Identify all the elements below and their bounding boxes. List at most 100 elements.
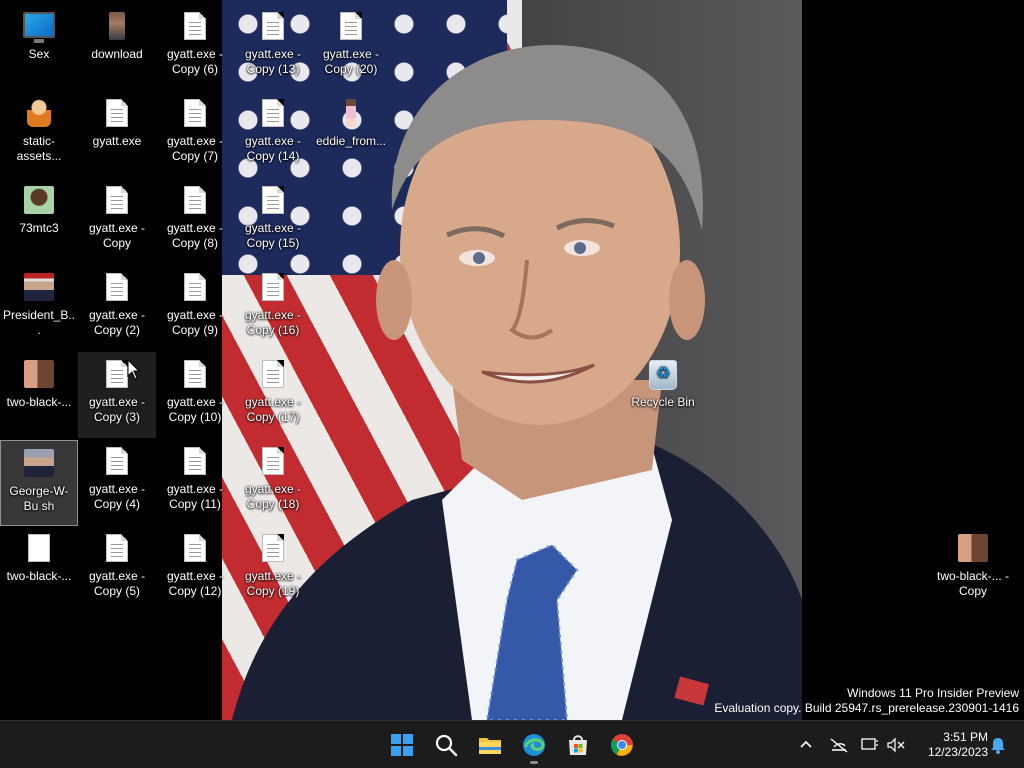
desktop-icon-gyatt-copy-9[interactable]: gyatt.exe - Copy (9) <box>156 265 234 351</box>
image-thumbnail-icon <box>23 273 55 305</box>
document-icon <box>257 360 289 392</box>
desktop-icon-label: download <box>91 47 143 61</box>
desktop-icon-gyatt-copy-12[interactable]: gyatt.exe - Copy (12) <box>156 526 234 612</box>
network-status-button[interactable] <box>826 731 852 759</box>
clock-time: 3:51 PM <box>943 730 988 744</box>
document-icon <box>257 99 289 131</box>
document-icon <box>101 534 133 566</box>
document-icon <box>179 12 211 44</box>
desktop-icon-label: gyatt.exe - Copy (7) <box>166 134 224 163</box>
desktop-icon-label: gyatt.exe - Copy (5) <box>88 569 146 598</box>
desktop-icon-download[interactable]: download <box>78 4 156 90</box>
store-button[interactable] <box>558 725 598 765</box>
file-explorer-button[interactable] <box>470 725 510 765</box>
desktop-icon-label: gyatt.exe - Copy (18) <box>244 482 302 511</box>
desktop-icon-label: static-assets... <box>16 134 62 163</box>
watermark-build: Evaluation copy. Build 25947.rs_prerelea… <box>714 701 1019 715</box>
document-icon <box>179 273 211 305</box>
mouse-cursor-icon <box>127 359 141 380</box>
document-icon <box>257 447 289 479</box>
desktop-icon-gyatt-copy-6[interactable]: gyatt.exe - Copy (6) <box>156 4 234 90</box>
desktop-icon-label: gyatt.exe - Copy (2) <box>88 308 146 337</box>
desktop-icon-static-assets[interactable]: static-assets... <box>0 91 78 177</box>
document-icon <box>101 273 133 305</box>
display-status-button[interactable] <box>858 731 882 759</box>
show-hidden-icons-button[interactable] <box>794 731 818 759</box>
file-explorer-icon <box>479 738 501 754</box>
desktop-icon-73mtc3[interactable]: 73mtc3 <box>0 178 78 264</box>
chrome-button[interactable] <box>602 725 642 765</box>
desktop-icon-label: eddie_from... <box>315 134 387 148</box>
desktop-icon-two-black-1[interactable]: two-black-... <box>0 352 78 438</box>
image-thumbnail-icon <box>23 449 55 481</box>
desktop-icon-gyatt-copy-10[interactable]: gyatt.exe - Copy (10) <box>156 352 234 438</box>
desktop-icon-recycle-bin[interactable]: Recycle Bin <box>624 352 702 438</box>
document-icon <box>179 186 211 218</box>
desktop-icon-label: gyatt.exe - Copy (19) <box>244 569 302 598</box>
desktop-icon-label: gyatt.exe - Copy (10) <box>166 395 224 424</box>
desktop-icon-label: gyatt.exe - Copy (4) <box>88 482 146 511</box>
document-icon <box>179 534 211 566</box>
desktop-icon-gyatt-copy-11[interactable]: gyatt.exe - Copy (11) <box>156 439 234 525</box>
desktop-icon-label: gyatt.exe - Copy (20) <box>322 47 380 76</box>
desktop-icon-two-black-2[interactable]: two-black-... <box>0 526 78 612</box>
search-icon <box>435 734 458 757</box>
store-icon <box>569 735 587 755</box>
desktop-icon-gyatt-exe[interactable]: gyatt.exe <box>78 91 156 177</box>
watermark-edition: Windows 11 Pro Insider Preview <box>847 686 1019 700</box>
search-button[interactable] <box>426 725 466 765</box>
desktop-icon-label: President_B... <box>2 308 76 337</box>
desktop-icon-eddie-from[interactable]: eddie_from... <box>312 91 390 177</box>
desktop-icon-gyatt-copy[interactable]: gyatt.exe - Copy <box>78 178 156 264</box>
desktop-icon-label: Sex <box>28 47 50 61</box>
notifications-button[interactable] <box>986 731 1010 759</box>
desktop-icon-gyatt-copy-18[interactable]: gyatt.exe - Copy (18) <box>234 439 312 525</box>
image-thumbnail-icon <box>957 534 989 566</box>
desktop-icon-george-w-bush[interactable]: George-W-Bu sh <box>0 440 78 526</box>
display-icon <box>861 738 878 750</box>
desktop-icon-gyatt-copy-8[interactable]: gyatt.exe - Copy (8) <box>156 178 234 264</box>
clock-date: 12/23/2023 <box>927 745 988 759</box>
desktop-icon-label: gyatt.exe - Copy (14) <box>244 134 302 163</box>
image-thumbnail-icon <box>23 99 55 131</box>
document-icon <box>335 12 367 44</box>
edge-button[interactable] <box>514 725 554 765</box>
start-button[interactable] <box>382 725 422 765</box>
desktop-icon-president-b[interactable]: President_B... <box>0 265 78 351</box>
start-icon <box>391 734 413 756</box>
image-thumbnail-icon <box>23 360 55 392</box>
desktop-icon-two-black-copy[interactable]: two-black-... - Copy <box>934 526 1012 612</box>
desktop-icon-label: gyatt.exe - Copy (15) <box>244 221 302 250</box>
document-icon <box>101 99 133 131</box>
desktop-icon-label: gyatt.exe <box>92 134 142 148</box>
desktop-icon-gyatt-copy-14[interactable]: gyatt.exe - Copy (14) <box>234 91 312 177</box>
desktop-icon-label: gyatt.exe - Copy (8) <box>166 221 224 250</box>
document-icon <box>101 186 133 218</box>
chrome-icon <box>611 734 633 756</box>
desktop-icon-label: Recycle Bin <box>631 395 695 409</box>
desktop-icon-gyatt-copy-4[interactable]: gyatt.exe - Copy (4) <box>78 439 156 525</box>
desktop-icon-gyatt-copy-16[interactable]: gyatt.exe - Copy (16) <box>234 265 312 351</box>
desktop-icon-gyatt-copy-5[interactable]: gyatt.exe - Copy (5) <box>78 526 156 612</box>
image-thumbnail-icon <box>101 12 133 44</box>
image-thumbnail-icon <box>335 99 367 131</box>
desktop-icon-gyatt-copy-2[interactable]: gyatt.exe - Copy (2) <box>78 265 156 351</box>
desktop-icon-gyatt-copy-17[interactable]: gyatt.exe - Copy (17) <box>234 352 312 438</box>
desktop-icon-gyatt-copy-20[interactable]: gyatt.exe - Copy (20) <box>312 4 390 90</box>
chevron-up-icon <box>800 740 812 748</box>
desktop-icon-label: gyatt.exe - Copy (9) <box>166 308 224 337</box>
desktop-icon-label: 73mtc3 <box>19 221 59 235</box>
desktop-icon-gyatt-copy-7[interactable]: gyatt.exe - Copy (7) <box>156 91 234 177</box>
desktop-icon-gyatt-copy-13[interactable]: gyatt.exe - Copy (13) <box>234 4 312 90</box>
desktop-icon-sex[interactable]: Sex <box>0 4 78 90</box>
desktop-icon-gyatt-copy-19[interactable]: gyatt.exe - Copy (19) <box>234 526 312 612</box>
document-icon <box>257 12 289 44</box>
desktop-icon-label: gyatt.exe - Copy (3) <box>88 395 146 424</box>
desktop-icon-gyatt-copy-3[interactable]: gyatt.exe - Copy (3) <box>78 352 156 438</box>
desktop-icon-label: gyatt.exe - Copy <box>88 221 146 250</box>
desktop-icon-label: two-black-... - Copy <box>936 569 1009 598</box>
document-icon <box>179 360 211 392</box>
desktop-icon-gyatt-copy-15[interactable]: gyatt.exe - Copy (15) <box>234 178 312 264</box>
volume-button[interactable] <box>884 731 908 759</box>
taskbar-clock[interactable]: 3:51 PM 12/23/2023 <box>918 730 988 760</box>
